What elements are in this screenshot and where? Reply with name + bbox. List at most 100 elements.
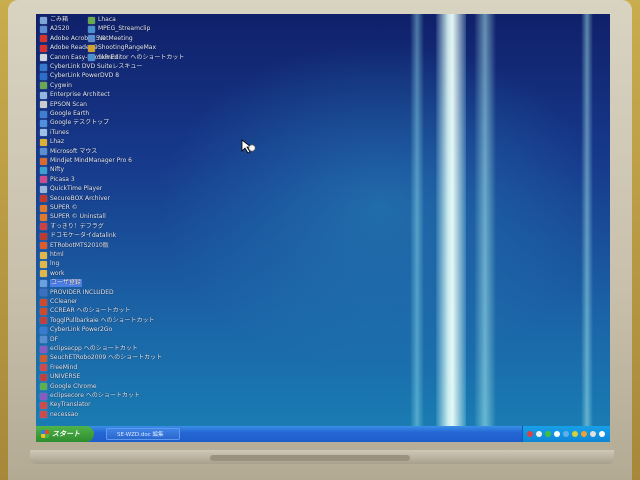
app-shortcut-icon — [40, 270, 47, 278]
app-shortcut-icon — [40, 176, 47, 184]
desktop-icon-label: work — [50, 269, 65, 277]
desktop-icon[interactable]: SkinEditor へのショートカット — [88, 54, 288, 62]
app-shortcut-icon — [40, 392, 47, 400]
desktop-icon-label: Google デスクトップ — [50, 119, 110, 127]
app-shortcut-icon — [40, 354, 47, 362]
desktop-icon[interactable]: KeyTranslator — [40, 401, 240, 409]
desktop-icon[interactable]: Microsoft マウス — [40, 148, 240, 156]
desktop-icon[interactable]: iTunes — [40, 129, 240, 137]
desktop-icon[interactable]: Lhaca — [88, 16, 288, 24]
app-shortcut-icon — [40, 54, 47, 62]
app-shortcut-icon — [40, 345, 47, 353]
start-button[interactable]: スタート — [36, 426, 94, 442]
desktop-icon-label: すっきり！デフラグ — [50, 222, 104, 230]
desktop-icon-label: Mindjet MindManager Pro 6 — [50, 157, 132, 164]
desktop-icon[interactable]: QuickTime Player — [40, 185, 240, 193]
desktop-icon[interactable]: CyberLink Power2Go — [40, 326, 240, 334]
desktop-screen[interactable]: ごみ箱 A2520 Adobe Acrobat 5.0 Adobe Reader 9C… — [36, 14, 610, 442]
app-shortcut-icon — [40, 195, 47, 203]
desktop-icon[interactable]: Google Earth — [40, 110, 240, 118]
desktop-icon[interactable]: CCleaner — [40, 298, 240, 306]
tray-icon[interactable] — [581, 431, 587, 437]
desktop-icon[interactable]: eclipsecpp へのショートカット — [40, 345, 240, 353]
app-shortcut-icon — [40, 138, 47, 146]
tray-icon[interactable] — [545, 431, 551, 437]
desktop-icon-label: necessao — [50, 410, 79, 418]
desktop-icon[interactable]: ShootingRangeMax — [88, 44, 288, 52]
desktop-icon[interactable]: lng — [40, 260, 240, 268]
app-shortcut-icon — [40, 72, 47, 80]
tray-icon[interactable] — [590, 431, 596, 437]
desktop-icon-label: SkinEditor へのショートカット — [98, 53, 185, 61]
app-shortcut-icon — [88, 54, 95, 62]
desktop-icon-label: TogglPullbarkaie へのショートカット — [50, 316, 155, 324]
desktop-icon-label: Lhaz — [50, 138, 64, 146]
desktop-icon[interactable]: Lhaz — [40, 138, 240, 146]
app-shortcut-icon — [40, 157, 47, 165]
desktop-icon-label: Lhaca — [98, 16, 116, 23]
desktop-icon-label: QuickTime Player — [50, 185, 103, 193]
desktop-icon[interactable]: SecureBOX Archiver — [40, 195, 240, 203]
desktop-icon[interactable]: NetMeeting — [88, 35, 288, 43]
laptop-hinge-slot — [210, 455, 410, 461]
desktop-icon[interactable]: MPEG_Streamclip — [88, 25, 288, 33]
desktop-icon[interactable]: eclipsecore へのショートカット — [40, 392, 240, 400]
desktop-icon[interactable]: work — [40, 270, 240, 278]
app-shortcut-icon — [40, 129, 47, 137]
desktop-icon[interactable]: Cygwin — [40, 82, 240, 90]
desktop-icon[interactable]: SeuchETRobo2009 へのショートカット — [40, 354, 240, 362]
taskbar-window-button[interactable]: SE-WZD.doc 編集 — [106, 428, 180, 440]
desktop-icon[interactable]: UNIVERSE — [40, 373, 240, 381]
app-shortcut-icon — [40, 166, 47, 174]
app-shortcut-icon — [40, 63, 47, 71]
app-shortcut-icon — [40, 279, 47, 287]
desktop-icon-label: ShootingRangeMax — [98, 44, 157, 52]
desktop-icon[interactable]: DF — [40, 336, 240, 344]
desktop-icon[interactable]: ドコモケータイdatalink — [40, 232, 240, 240]
desktop-icon-label: Enterprise Architect — [50, 91, 110, 99]
desktop-icon[interactable]: html — [40, 251, 240, 259]
desktop-icon-label: ごみ箱 — [50, 16, 69, 23]
desktop-icon[interactable]: Enterprise Architect — [40, 91, 240, 99]
desktop-icon-label: SUPER © — [50, 204, 78, 211]
tray-icon[interactable] — [527, 431, 533, 437]
desktop-icon-label: NetMeeting — [98, 34, 133, 42]
display-artifact-stripe — [436, 14, 466, 442]
app-shortcut-icon — [40, 82, 47, 90]
desktop-icon[interactable]: SUPER © Uninstall — [40, 213, 240, 221]
desktop-icon[interactable]: FreeMind — [40, 364, 240, 372]
app-shortcut-icon — [40, 232, 47, 240]
desktop-icon[interactable]: Mindjet MindManager Pro 6 — [40, 157, 240, 165]
desktop-icon[interactable]: Google Chrome — [40, 383, 240, 391]
desktop-icon[interactable]: ETRobotMTS2010版 — [40, 242, 240, 250]
desktop-icon[interactable]: TogglPullbarkaie へのショートカット — [40, 317, 240, 325]
app-shortcut-icon — [40, 289, 47, 297]
desktop-icon[interactable]: CCREAR へのショートカット — [40, 307, 240, 315]
desktop-icon[interactable]: EPSON Scan — [40, 101, 240, 109]
desktop-icon-label: Picasa 3 — [50, 175, 75, 183]
desktop-icon[interactable]: SUPER © — [40, 204, 240, 212]
desktop-icon-label: Cygwin — [50, 81, 72, 89]
desktop-icon-label: ETRobotMTS2010版 — [50, 241, 109, 249]
tray-icon[interactable] — [599, 431, 605, 437]
desktop-icon-label: EPSON Scan — [50, 100, 87, 108]
desktop-icon[interactable]: Nifty — [40, 166, 240, 174]
desktop-icon-label: DF — [50, 335, 59, 343]
tray-icon[interactable] — [536, 431, 542, 437]
app-shortcut-icon — [40, 16, 47, 24]
tray-icon[interactable] — [563, 431, 569, 437]
desktop-icon[interactable]: ユーザ登録 — [40, 279, 240, 288]
desktop-icon[interactable]: necessao — [40, 411, 240, 419]
desktop-icon[interactable]: すっきり！デフラグ — [40, 223, 240, 231]
tray-icon[interactable] — [572, 431, 578, 437]
app-shortcut-icon — [40, 44, 47, 52]
desktop-icon-label: eclipsecpp へのショートカット — [50, 345, 138, 352]
desktop-icon-column-2: Lhaca MPEG_Streamclip NetMeeting ShootingRa… — [88, 16, 208, 76]
app-shortcut-icon — [40, 411, 47, 419]
app-shortcut-icon — [40, 307, 47, 315]
tray-icon[interactable] — [554, 431, 560, 437]
desktop-icon[interactable]: Picasa 3 — [40, 176, 240, 184]
desktop-icon-label: html — [50, 251, 64, 258]
desktop-icon[interactable]: PROVIDER INCLUDED — [40, 289, 240, 297]
desktop-icon[interactable]: Google デスクトップ — [40, 119, 240, 127]
